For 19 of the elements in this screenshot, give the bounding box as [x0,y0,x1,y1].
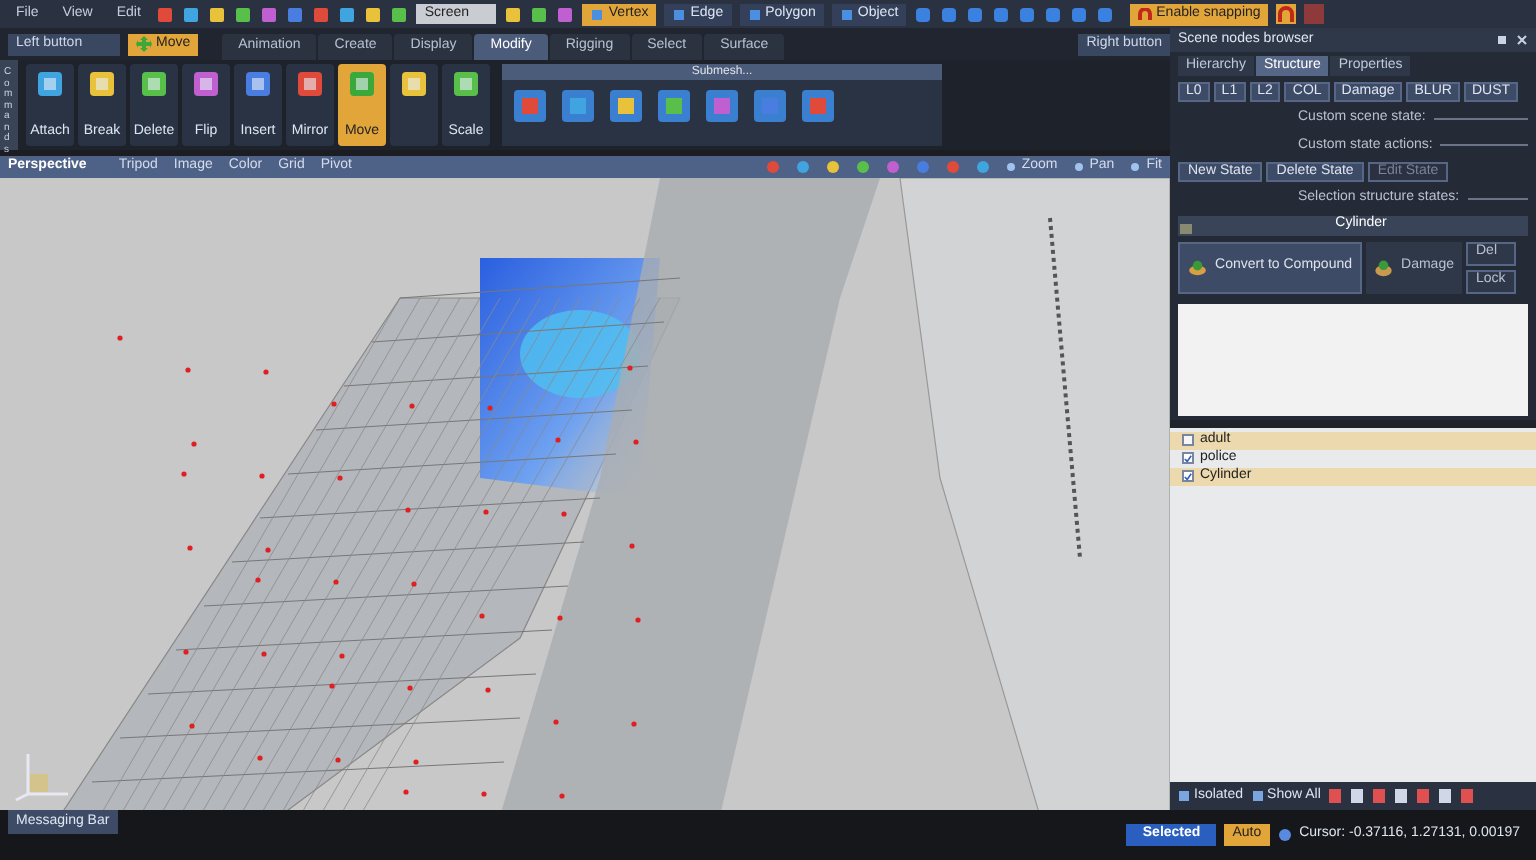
magnet-icon[interactable] [1276,4,1297,24]
shape-icon [86,68,118,100]
square-icon [1178,790,1190,802]
shape-icon [138,68,170,100]
magnet-icon [1138,7,1153,21]
shape-icon [346,68,378,100]
shape-icon [242,68,274,100]
cross-arrows-icon [136,36,152,52]
shape-icon [398,68,430,100]
checkbox[interactable] [1182,434,1194,446]
shape-icon [34,68,66,100]
square-icon [1251,790,1264,802]
tool-button[interactable] [390,64,438,146]
shape-icon [450,68,482,100]
checkbox[interactable] [1182,470,1194,482]
shape-icon [294,68,326,100]
shape-icon [190,68,222,100]
checkbox[interactable] [1182,452,1194,464]
close-icon[interactable] [1516,34,1528,46]
